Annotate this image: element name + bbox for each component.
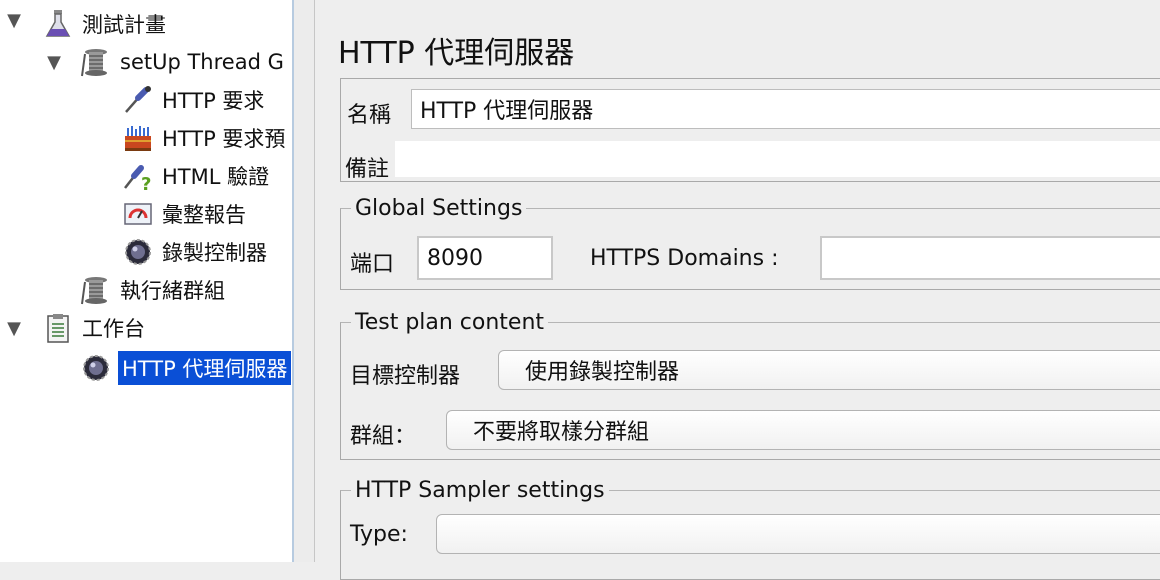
- tree-node-label: HTML 驗證: [162, 165, 270, 189]
- tree-node-aggregate-report[interactable]: 彙整報告: [120, 196, 246, 232]
- tree-node-label: 測試計畫: [82, 13, 166, 37]
- name-comment-box: 名稱 HTTP 代理伺服器 備註: [340, 78, 1160, 182]
- tree-node-label: setUp Thread G: [120, 50, 284, 74]
- tree-node-http-request[interactable]: HTTP 要求: [120, 82, 264, 118]
- tree-node-html-assertion[interactable]: ? HTML 驗證: [120, 158, 269, 194]
- https-domains-field[interactable]: [820, 236, 1160, 280]
- tree-node-setup-thread-group[interactable]: setUp Thread G: [78, 44, 284, 80]
- grouping-label: 群組：: [350, 424, 417, 449]
- comment-field[interactable]: [395, 141, 1160, 177]
- tree-node-label: HTTP 代理伺服器: [118, 351, 292, 385]
- recorder-icon: [78, 350, 114, 386]
- tree-node-http-proxy-server[interactable]: HTTP 代理伺服器: [78, 350, 292, 386]
- expand-toggle[interactable]: ▼: [4, 318, 24, 339]
- https-domains-label: HTTPS Domains :: [590, 246, 779, 271]
- http-sampler-settings-legend: HTTP Sampler settings: [355, 478, 605, 503]
- split-pane-divider[interactable]: [294, 0, 315, 562]
- grouping-select[interactable]: 不要將取樣分群組: [446, 410, 1160, 450]
- port-label: 端口: [350, 252, 395, 277]
- name-field[interactable]: HTTP 代理伺服器: [411, 89, 1160, 129]
- tree-node-label: 彙整報告: [162, 203, 246, 227]
- tree-node-label: 工作台: [82, 317, 145, 341]
- target-controller-select[interactable]: 使用錄製控制器: [498, 350, 1160, 390]
- type-select[interactable]: [436, 514, 1160, 554]
- spool-icon: [78, 44, 114, 80]
- test-plan-tree: ▼ 測試計畫 ▼ setUp Thread G HTTP 要求 HTTP 要求預…: [0, 0, 294, 562]
- expand-toggle[interactable]: ▼: [4, 10, 24, 31]
- port-field[interactable]: 8090: [417, 236, 553, 280]
- page-title: HTTP 代理伺服器: [338, 36, 575, 71]
- type-label: Type:: [350, 522, 408, 547]
- tree-node-http-request-defaults[interactable]: HTTP 要求預: [120, 120, 285, 156]
- comment-label: 備註: [345, 157, 390, 182]
- recorder-icon: [120, 234, 156, 270]
- clipboard-icon: [40, 310, 76, 346]
- report-icon: [120, 196, 156, 232]
- pipette-question-icon: ?: [120, 158, 156, 194]
- tree-node-test-plan[interactable]: 測試計畫: [40, 6, 166, 42]
- pipette-icon: [120, 82, 156, 118]
- tree-node-label: 執行緒群組: [120, 279, 225, 303]
- spool-icon: [78, 272, 114, 308]
- svg-text:?: ?: [141, 174, 151, 192]
- grouping-value: 不要將取樣分群組: [473, 420, 650, 445]
- tree-node-recording-controller[interactable]: 錄製控制器: [120, 234, 267, 270]
- expand-toggle[interactable]: ▼: [44, 52, 64, 73]
- global-settings-legend: Global Settings: [355, 196, 523, 221]
- tree-node-thread-group[interactable]: 執行緒群組: [78, 272, 225, 308]
- port-value: 8090: [427, 245, 483, 271]
- tree-node-workbench[interactable]: 工作台: [40, 310, 145, 346]
- name-label: 名稱: [347, 103, 392, 128]
- target-controller-value: 使用錄製控制器: [525, 360, 680, 385]
- test-plan-content-legend: Test plan content: [355, 310, 545, 335]
- name-value: HTTP 代理伺服器: [420, 99, 594, 124]
- toolbox-icon: [120, 120, 156, 156]
- tree-node-label: HTTP 要求: [162, 89, 265, 113]
- proxy-server-panel: HTTP 代理伺服器 名稱 HTTP 代理伺服器 備註 Global Setti…: [316, 0, 1160, 580]
- target-controller-label: 目標控制器: [350, 364, 461, 389]
- tree-node-label: HTTP 要求預: [162, 127, 286, 151]
- flask-icon: [40, 6, 76, 42]
- tree-node-label: 錄製控制器: [162, 241, 267, 265]
